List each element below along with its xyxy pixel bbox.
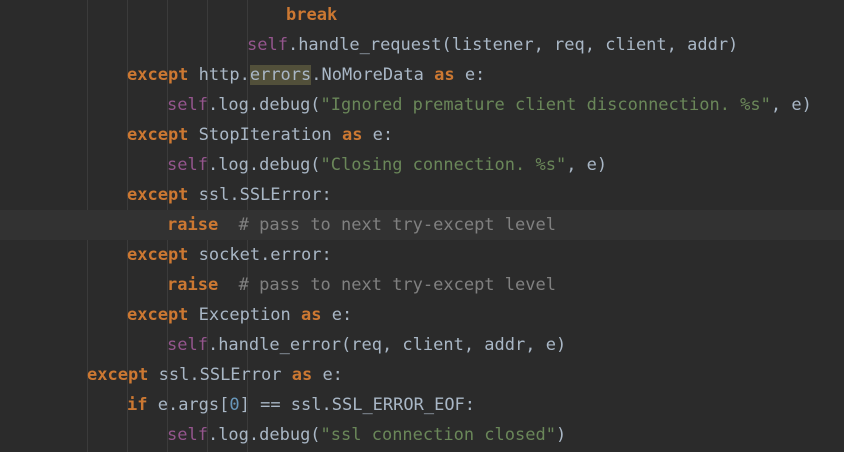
code-keyword: as [434,65,455,85]
code-text: except ssl.SSLError as e: [87,360,343,390]
code-token: socket.error: [188,245,332,265]
code-comment: # pass to next try-except level [238,215,556,235]
code-line[interactable]: self.log.debug("Ignored premature client… [0,90,844,120]
code-text: except http.errors.NoMoreData as e: [127,60,485,90]
code-string: "Closing connection. %s" [320,155,567,175]
code-text: self.log.debug("Ignored premature client… [167,90,812,120]
code-token: , e) [770,95,812,115]
code-number: 0 [229,395,240,415]
code-token: e: [321,305,353,325]
code-token: ] == ssl.SSL_ERROR_EOF: [239,395,476,415]
code-keyword: except [127,245,189,265]
code-text: except ssl.SSLError: [127,180,332,210]
code-editor[interactable]: break self.handle_request(listener, req,… [0,0,844,452]
code-token: , e) [566,155,608,175]
code-line[interactable]: if e.args[0] == ssl.SSL_ERROR_EOF: [0,390,844,420]
code-text: raise # pass to next try-except level [167,210,556,240]
code-token: e.args[ [147,395,230,415]
code-line[interactable]: except socket.error: [0,240,844,270]
code-text: except StopIteration as e: [127,120,393,150]
code-line[interactable]: self.log.debug("ssl connection closed") [0,420,844,450]
code-self: self [167,335,208,355]
code-token: Exception [188,305,302,325]
code-keyword: except [87,365,149,385]
code-token: .handle_request(listener, req, client, a… [287,35,739,55]
code-keyword: raise [167,275,219,295]
code-keyword: raise [167,215,219,235]
code-line[interactable]: except ssl.SSLError: [0,180,844,210]
code-text: self.log.debug("ssl connection closed") [167,420,566,450]
code-token: e: [454,65,486,85]
code-line[interactable]: self.handle_request(listener, req, clien… [0,30,844,60]
code-token: ssl.SSLError: [188,185,332,205]
code-line[interactable]: self.log.debug("Closing connection. %s",… [0,150,844,180]
code-line[interactable]: except http.errors.NoMoreData as e: [0,60,844,90]
code-token: ) [555,425,567,445]
code-text: if e.args[0] == ssl.SSL_ERROR_EOF: [127,390,475,420]
code-line[interactable]: except ssl.SSLError as e: [0,360,844,390]
code-self: self [167,95,208,115]
code-token: http. [188,65,250,85]
code-token: ssl.SSLError [148,365,292,385]
code-string: "Ignored premature client disconnection.… [320,95,771,115]
code-keyword: break [286,5,338,25]
code-text: raise # pass to next try-except level [167,270,556,300]
code-token: e: [312,365,343,385]
code-keyword: except [127,305,189,325]
code-token: .log.debug( [207,425,321,445]
code-line[interactable]: raise # pass to next try-except level [0,270,844,300]
code-self: self [167,425,208,445]
code-token: .NoMoreData [311,65,435,85]
code-keyword: if [127,395,148,415]
code-token: .log.debug( [207,155,321,175]
code-keyword: as [341,125,363,145]
code-line[interactable]: except Exception as e: [0,300,844,330]
code-token: StopIteration [188,125,342,145]
code-text: self.handle_error(req, client, addr, e) [167,330,566,360]
code-text: break [286,0,337,30]
code-self: self [247,35,288,55]
code-line[interactable]: break [0,0,844,30]
code-text: except Exception as e: [127,300,352,330]
code-text: self.handle_request(listener, req, clien… [247,30,738,60]
code-token: .handle_error(req, client, addr, e) [207,335,567,355]
code-text: except socket.error: [127,240,332,270]
code-string: "ssl connection closed" [320,425,556,445]
code-line[interactable]: except StopIteration as e: [0,120,844,150]
code-keyword: as [291,365,313,385]
code-token: e: [362,125,394,145]
code-comment: # pass to next try-except level [238,275,556,295]
code-keyword: except [127,65,189,85]
code-token: .log.debug( [207,95,321,115]
code-self: self [167,155,208,175]
code-keyword: except [127,125,189,145]
code-line-current[interactable]: raise # pass to next try-except level [0,210,844,240]
code-text: self.log.debug("Closing connection. %s",… [167,150,607,180]
code-line[interactable]: self.handle_error(req, client, addr, e) [0,330,844,360]
code-keyword: except [127,185,189,205]
code-keyword: as [301,305,322,325]
code-highlight: errors [249,65,312,85]
